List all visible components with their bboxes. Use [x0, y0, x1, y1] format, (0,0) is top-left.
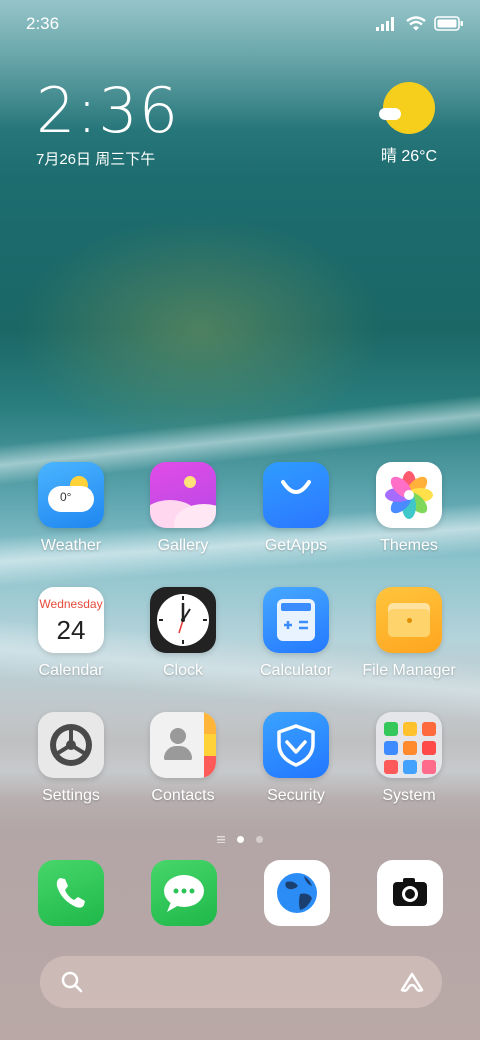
app-label: Themes	[380, 537, 438, 554]
calculator-icon	[263, 587, 329, 653]
phone-icon[interactable]	[38, 860, 104, 926]
search-icon	[60, 970, 84, 999]
gallery-icon	[150, 462, 216, 528]
clock-widget[interactable]: 2:36 7月26日 周三下午	[36, 80, 179, 169]
page-dot-active[interactable]	[237, 836, 244, 843]
widget-time: 2:36	[36, 74, 180, 147]
app-themes[interactable]: Themes	[354, 462, 464, 555]
messages-icon[interactable]	[151, 860, 217, 926]
page-indicator	[0, 830, 480, 848]
browser-icon[interactable]	[264, 860, 330, 926]
app-security[interactable]: Security	[241, 712, 351, 805]
app-label: Calendar	[38, 662, 104, 679]
app-contacts[interactable]: Contacts	[128, 712, 238, 805]
contacts-icon	[150, 712, 216, 778]
status-time: 2:36	[26, 14, 60, 33]
app-label: File Manager	[362, 662, 456, 679]
battery-icon	[434, 16, 464, 36]
app-label: Settings	[42, 787, 100, 804]
wifi-icon	[406, 16, 426, 36]
settings-icon	[38, 712, 104, 778]
app-settings[interactable]: Settings	[16, 712, 126, 805]
weather-widget[interactable]: 晴 26°C	[374, 82, 444, 166]
status-bar: 2:36	[26, 14, 464, 36]
file-manager-icon	[376, 587, 442, 653]
weather-temp: 晴 26°C	[380, 148, 438, 165]
app-label: Calculator	[259, 662, 333, 679]
system-folder-icon	[376, 712, 442, 778]
app-calendar[interactable]: Wednesday 24 Calendar	[16, 587, 126, 680]
app-label: System	[382, 787, 436, 804]
weather-badge: 0°	[60, 490, 72, 504]
weather-icon: 0°	[38, 462, 104, 528]
app-gallery[interactable]: Gallery	[128, 462, 238, 555]
assistant-icon[interactable]	[398, 968, 426, 1001]
widget-date: 7月26日 周三下午	[36, 151, 156, 168]
app-label: Clock	[162, 662, 203, 679]
page-dot[interactable]	[256, 836, 264, 843]
app-clock[interactable]: Clock	[128, 587, 238, 680]
camera-icon[interactable]	[377, 860, 443, 926]
app-getapps[interactable]: GetApps	[241, 462, 351, 555]
calendar-icon: Wednesday 24	[38, 587, 104, 653]
sunny-icon	[379, 82, 435, 134]
app-label: Security	[267, 787, 325, 804]
app-label: Gallery	[157, 537, 209, 554]
app-label: Contacts	[151, 787, 215, 804]
getapps-icon	[263, 462, 329, 528]
app-weather[interactable]: 0° Weather	[16, 462, 126, 555]
security-icon	[263, 712, 329, 778]
app-calculator[interactable]: Calculator	[241, 587, 351, 680]
app-label: Weather	[40, 537, 102, 554]
cellular-signal-icon	[376, 16, 398, 36]
app-system-folder[interactable]: System	[354, 712, 464, 805]
clock-icon	[150, 587, 216, 653]
app-label: GetApps	[264, 537, 328, 554]
app-file-manager[interactable]: File Manager	[354, 587, 464, 680]
search-bar[interactable]	[40, 956, 442, 1008]
menu-lines-icon	[216, 830, 225, 848]
calendar-weekday: Wednesday	[39, 597, 103, 611]
themes-icon	[376, 462, 442, 528]
calendar-day: 24	[56, 615, 86, 645]
